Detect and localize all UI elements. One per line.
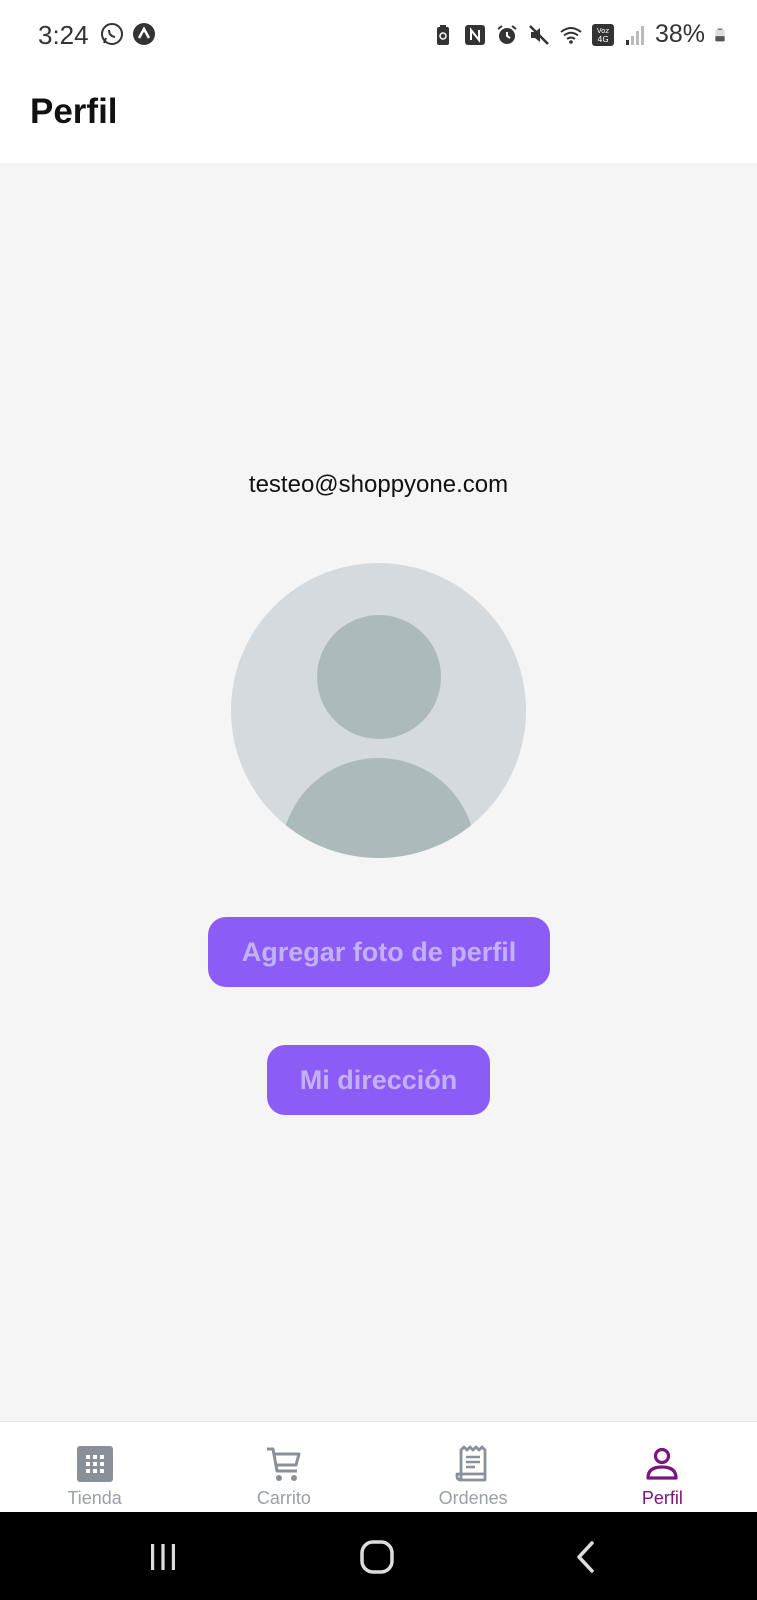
- avatar-head-shape: [317, 615, 441, 739]
- page-title: Perfil: [30, 92, 118, 131]
- add-profile-photo-button[interactable]: Agregar foto de perfil: [208, 917, 550, 987]
- my-address-button[interactable]: Mi dirección: [267, 1045, 490, 1115]
- volte-4g-icon: Voz 4G: [591, 23, 614, 46]
- nfc-icon: [464, 24, 485, 45]
- user-email: testeo@shoppyone.com: [248, 471, 509, 498]
- tab-label: Tienda: [67, 1488, 122, 1508]
- back-icon: [577, 1541, 594, 1573]
- back-button[interactable]: [562, 1532, 612, 1582]
- status-time: 3:24: [38, 20, 89, 50]
- tab-perfil[interactable]: Perfil: [568, 1422, 757, 1512]
- tab-carrito[interactable]: Carrito: [189, 1422, 378, 1512]
- recents-icon: [151, 1544, 175, 1570]
- wifi-icon: [560, 26, 582, 44]
- avatar-body-shape: [281, 758, 476, 858]
- system-nav-bar: [0, 1512, 757, 1600]
- tab-label: Carrito: [256, 1488, 311, 1508]
- cart-icon: [266, 1447, 301, 1481]
- tab-tienda[interactable]: Tienda: [0, 1422, 189, 1512]
- home-icon: [360, 1540, 394, 1574]
- status-bar: 3:24 Voz 4G 38%: [0, 0, 757, 70]
- a-app-icon: [133, 23, 155, 45]
- battery-icon: [715, 28, 725, 41]
- home-button[interactable]: [352, 1532, 402, 1582]
- recents-button[interactable]: [138, 1532, 188, 1582]
- tab-label: Perfil: [641, 1488, 683, 1508]
- tab-ordenes[interactable]: Ordenes: [379, 1422, 568, 1512]
- battery-percent: 38%: [654, 20, 705, 48]
- bottom-nav: Tienda Carrito Ordenes Perfil: [0, 1421, 757, 1512]
- tab-label: Ordenes: [438, 1488, 508, 1508]
- receipt-icon: [455, 1445, 487, 1482]
- app-header: Perfil: [0, 70, 757, 163]
- alarm-icon: [497, 24, 517, 44]
- store-grid-icon: [76, 1446, 113, 1482]
- avatar-placeholder: [231, 563, 526, 858]
- svg-text:Voz: Voz: [597, 27, 610, 35]
- signal-icon: [625, 25, 644, 45]
- svg-text:4G: 4G: [597, 35, 608, 44]
- profile-content: testeo@shoppyone.com Agregar foto de per…: [0, 163, 757, 1421]
- battery-saver-icon: [436, 24, 449, 45]
- whatsapp-icon: [101, 23, 123, 45]
- person-icon: [646, 1447, 678, 1480]
- mute-icon: [529, 24, 549, 45]
